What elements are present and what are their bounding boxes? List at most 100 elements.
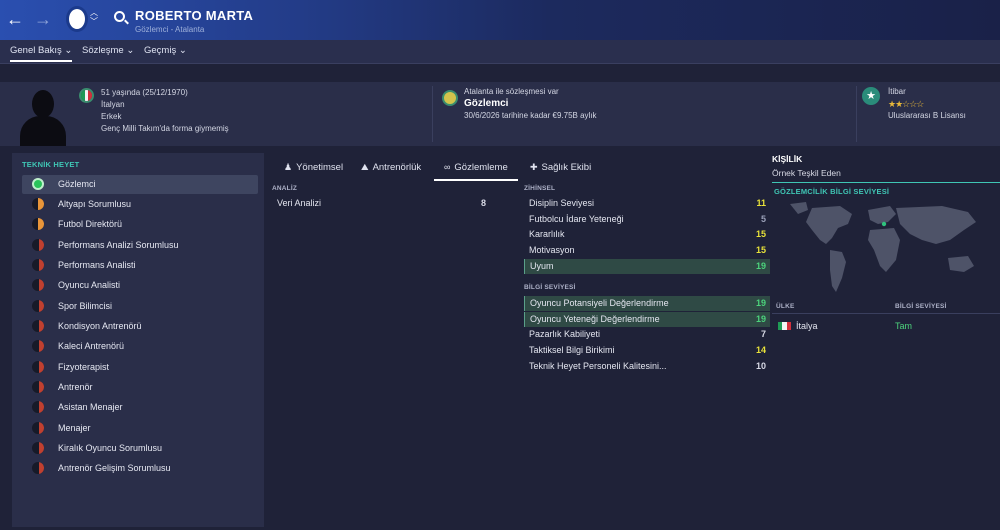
- role-label: Performans Analisti: [58, 260, 136, 270]
- staff-title: TEKNİK HEYET: [22, 160, 80, 169]
- attribute-label: Pazarlık Kabiliyeti: [529, 329, 601, 339]
- country-column-header: ÜLKE: [776, 303, 795, 310]
- world-map: [790, 202, 976, 292]
- scouting-country-row[interactable]: İtalya Tam: [772, 318, 1000, 334]
- level-column-header: BİLGİ SEVİYESİ: [895, 303, 947, 310]
- attribute-value: 19: [755, 298, 766, 308]
- divider: [772, 313, 1000, 314]
- attribute-label: Kararlılık: [529, 229, 565, 239]
- person-icon: ♟: [284, 162, 293, 172]
- person-name: ROBERTO MARTA: [135, 8, 254, 23]
- attribute-row: Pazarlık Kabiliyeti 7: [524, 327, 770, 342]
- role-item[interactable]: Fizyoterapist: [22, 358, 258, 377]
- club-logo[interactable]: [66, 6, 88, 32]
- gender: Erkek: [101, 112, 122, 121]
- nationality: İtalyan: [101, 100, 125, 109]
- back-arrow-icon[interactable]: ←: [6, 8, 24, 30]
- attribute-value: 7: [760, 329, 766, 339]
- person-subtitle: Gözlemci - Atalanta: [135, 25, 205, 34]
- sub-navigation: Genel Bakış ⌄ Sözleşme ⌄ Geçmiş ⌄: [0, 40, 1000, 64]
- chevron-updown-icon[interactable]: ︿ ﹀: [90, 8, 98, 26]
- tab-label: Sağlık Ekibi: [541, 162, 592, 173]
- attribute-row: Motivasyon 15: [524, 243, 770, 258]
- knowledge-level: Tam: [895, 321, 913, 331]
- attribute-label: Veri Analizi: [277, 198, 322, 208]
- attribute-row-highlighted: Uyum 19: [524, 259, 770, 274]
- search-icon[interactable]: [114, 11, 125, 22]
- role-label: Antrenör Gelişim Sorumlusu: [58, 463, 171, 473]
- role-label: Menajer: [58, 423, 91, 433]
- tab-management[interactable]: ♟ Yönetimsel: [284, 162, 343, 173]
- knowledge-title: BİLGİ SEVİYESİ: [524, 284, 576, 291]
- attribute-row: Teknik Heyet Personeli Kalitesini... 10: [524, 359, 770, 374]
- contract-club: Atalanta ile sözleşmesi var: [464, 87, 559, 96]
- attribute-label: Futbolcu İdare Yeteneği: [529, 214, 624, 224]
- role-item[interactable]: Kaleci Antrenörü: [22, 337, 258, 356]
- youth-caps: Genç Milli Takım'da forma giymemiş: [101, 124, 229, 133]
- country-name: İtalya: [796, 321, 818, 331]
- attribute-label: Oyuncu Potansiyeli Değerlendirme: [530, 298, 669, 308]
- attribute-row: Futbolcu İdare Yeteneği 5: [524, 212, 770, 227]
- role-label: Kiralık Oyuncu Sorumlusu: [58, 443, 163, 453]
- role-item[interactable]: Antrenör Gelişim Sorumlusu: [22, 459, 258, 478]
- attribute-value: 8: [480, 198, 486, 208]
- personality-value: Örnek Teşkil Eden: [772, 168, 841, 178]
- avatar: [12, 86, 72, 146]
- role-label: Oyuncu Analisti: [58, 280, 121, 290]
- role-item[interactable]: Futbol Direktörü: [22, 215, 258, 234]
- attribute-row: Taktiksel Bilgi Birikimi 14: [524, 343, 770, 358]
- role-item[interactable]: Kondisyon Antrenörü: [22, 317, 258, 336]
- tab-history[interactable]: Geçmiş ⌄: [144, 45, 187, 56]
- scouting-knowledge-title: GÖZLEMCİLİK BİLGİ SEVİYESİ: [774, 187, 890, 196]
- attribute-label: Taktiksel Bilgi Birikimi: [529, 345, 615, 355]
- attribute-label: Disiplin Seviyesi: [529, 198, 595, 208]
- role-item[interactable]: Altyapı Sorumlusu: [22, 195, 258, 214]
- analysis-title: ANALİZ: [272, 185, 298, 192]
- attribute-row: Kararlılık 15: [524, 227, 770, 242]
- tab-medical[interactable]: ✚ Sağlık Ekibi: [530, 162, 591, 173]
- age-line: 51 yaşında (25/12/1970): [101, 88, 188, 97]
- attribute-label: Uyum: [530, 261, 554, 271]
- role-item[interactable]: Antrenör: [22, 378, 258, 397]
- role-item[interactable]: Menajer: [22, 419, 258, 438]
- attribute-value: 15: [755, 245, 766, 255]
- attribute-value: 15: [755, 229, 766, 239]
- title-bar: ← → ︿ ﹀ ROBERTO MARTA Gözlemci - Atalanta: [0, 0, 1000, 40]
- role-label: Performans Analizi Sorumlusu: [58, 240, 179, 250]
- mental-title: ZİHİNSEL: [524, 185, 556, 192]
- role-label: Kaleci Antrenörü: [58, 341, 125, 351]
- attribute-value: 10: [755, 361, 766, 371]
- club-badge-icon: [442, 90, 458, 106]
- attribute-label: Motivasyon: [529, 245, 575, 255]
- role-item[interactable]: Asistan Menajer: [22, 398, 258, 417]
- tab-label: Gözlemleme: [454, 162, 508, 173]
- tab-overview[interactable]: Genel Bakış ⌄: [10, 45, 73, 62]
- attribute-label: Oyuncu Yeteneği Değerlendirme: [530, 314, 660, 324]
- divider: [856, 86, 857, 142]
- star-icon: ★: [862, 87, 880, 105]
- tab-coaching[interactable]: ⛰ Antrenörlük: [361, 162, 421, 173]
- attribute-value: 19: [755, 314, 766, 324]
- role-label: Antrenör: [58, 382, 93, 392]
- role-item-scout[interactable]: Gözlemci: [22, 175, 258, 194]
- role-item[interactable]: Spor Bilimcisi: [22, 297, 258, 316]
- attribute-row: Veri Analizi 8: [272, 196, 490, 211]
- role-item[interactable]: Performans Analizi Sorumlusu: [22, 236, 258, 255]
- reputation-stars: ★★☆☆☆: [888, 99, 924, 109]
- attribute-row-highlighted: Oyuncu Yeteneği Değerlendirme 19: [524, 312, 770, 327]
- contract-role: Gözlemci: [464, 98, 509, 109]
- tab-contract[interactable]: Sözleşme ⌄: [82, 45, 134, 56]
- attribute-row: Disiplin Seviyesi 11: [524, 196, 770, 211]
- role-item[interactable]: Kiralık Oyuncu Sorumlusu: [22, 439, 258, 458]
- role-label: Kondisyon Antrenörü: [58, 321, 142, 331]
- role-label: Fizyoterapist: [58, 362, 110, 372]
- role-label: Futbol Direktörü: [58, 219, 123, 229]
- contract-terms: 30/6/2026 tarihine kadar €9.75B aylık: [464, 111, 597, 120]
- tab-scouting[interactable]: ∞ Gözlemleme: [434, 162, 518, 181]
- forward-arrow-icon[interactable]: →: [34, 8, 52, 30]
- role-item[interactable]: Oyuncu Analisti: [22, 276, 258, 295]
- attribute-value: 11: [756, 198, 766, 208]
- role-label: Spor Bilimcisi: [58, 301, 113, 311]
- role-item[interactable]: Performans Analisti: [22, 256, 258, 275]
- tab-label: Yönetimsel: [296, 162, 344, 173]
